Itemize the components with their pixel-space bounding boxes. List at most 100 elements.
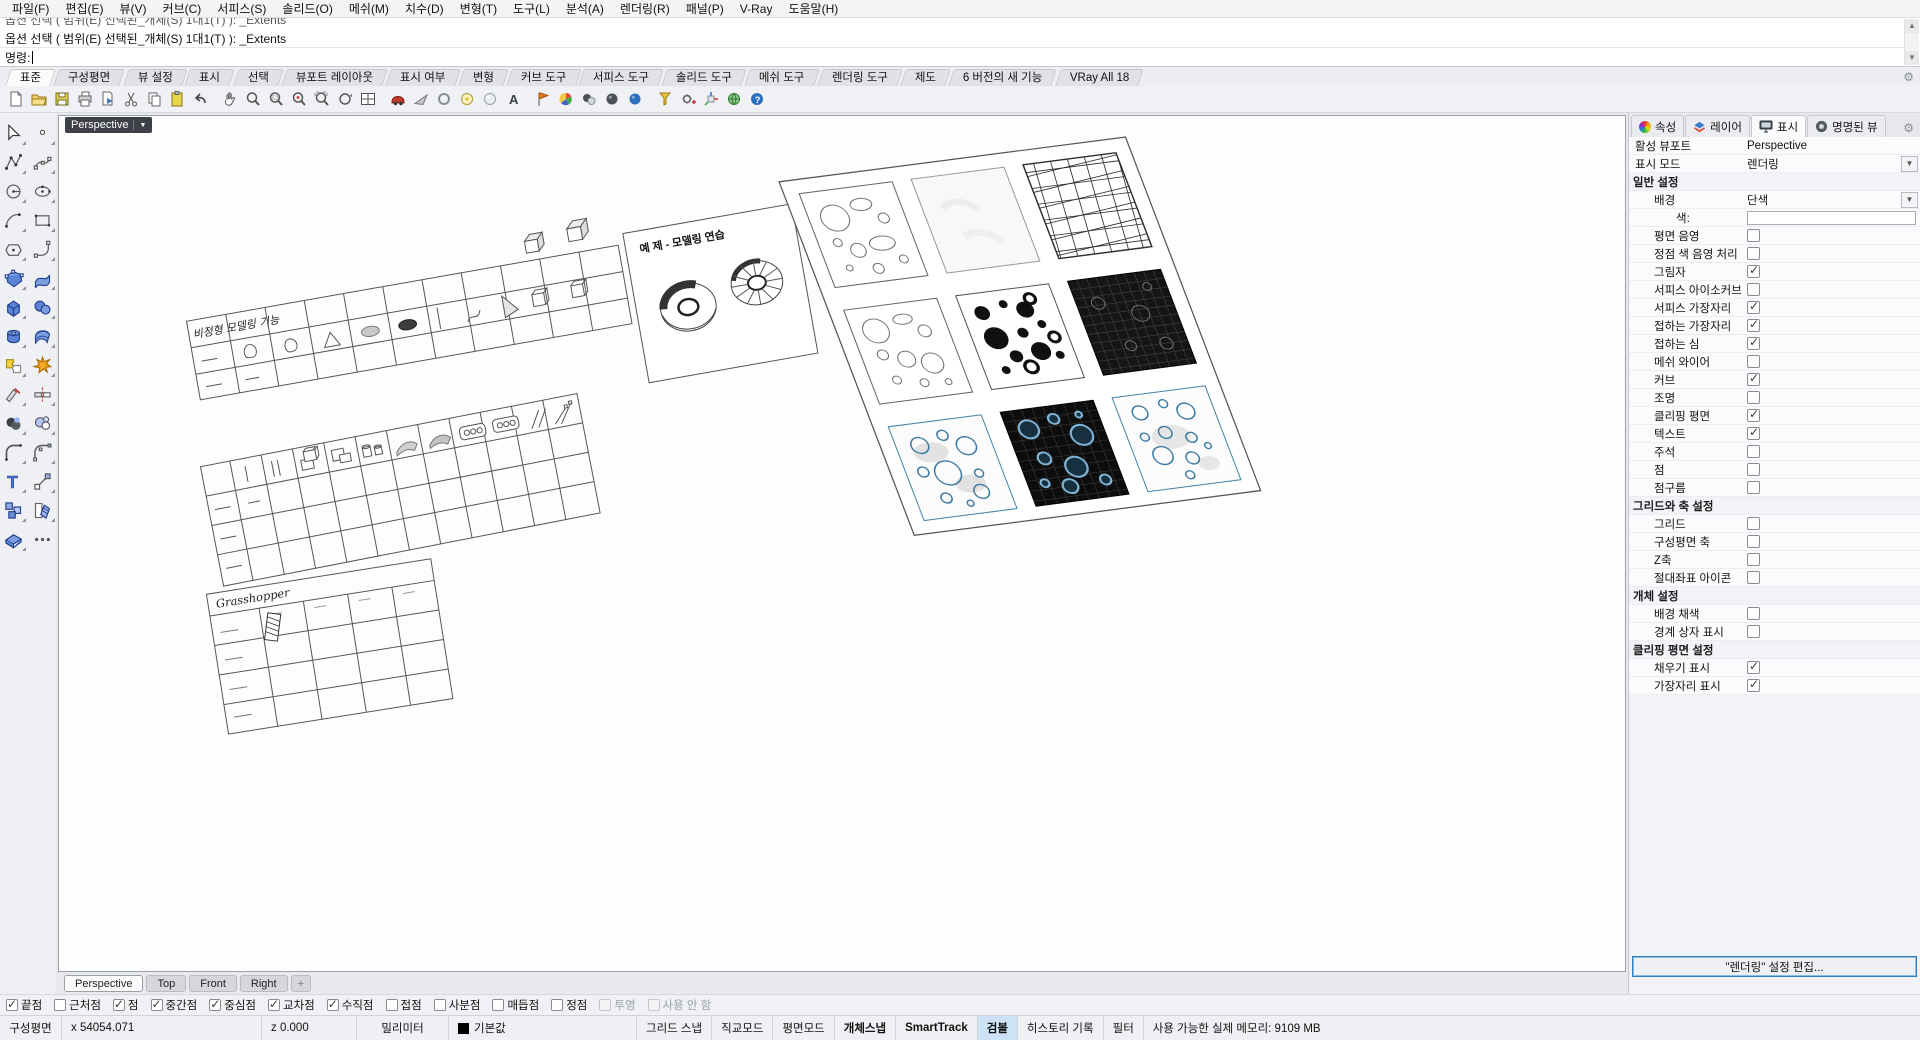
sphere-blue-icon[interactable]	[623, 88, 646, 111]
sphere-icon[interactable]	[30, 294, 56, 320]
osnap-near[interactable]: 근처점	[54, 997, 101, 1013]
status-units[interactable]: 밀리미터	[357, 1016, 449, 1040]
funnel-icon[interactable]	[653, 88, 676, 111]
checkbox[interactable]	[1747, 607, 1760, 620]
toolbar-tab-transform[interactable]: 변형	[458, 69, 509, 86]
save-icon[interactable]	[50, 88, 73, 111]
status-cplane[interactable]: 구성평면	[0, 1016, 62, 1040]
print-icon[interactable]	[73, 88, 96, 111]
menu-curve[interactable]: 커브(C)	[155, 0, 210, 18]
sphere-dark-icon[interactable]	[600, 88, 623, 111]
checkbox[interactable]	[492, 999, 504, 1011]
setting-show-edges[interactable]: 가장자리 표시	[1629, 677, 1920, 695]
menu-help[interactable]: 도움말(H)	[780, 0, 846, 18]
setting-cplane-axes[interactable]: 구성평면 축	[1629, 533, 1920, 551]
checkbox[interactable]	[209, 999, 221, 1011]
surface-from-points-icon[interactable]	[1, 265, 27, 291]
panel-tab-display[interactable]: 표시	[1751, 115, 1806, 137]
surface-slab-icon[interactable]	[1, 526, 27, 552]
setting-world-axes-icon[interactable]: 절대좌표 아이콘	[1629, 569, 1920, 587]
point-icon[interactable]	[30, 120, 56, 146]
earth-icon[interactable]	[722, 88, 745, 111]
checkbox[interactable]	[1747, 391, 1760, 404]
checkbox[interactable]	[1747, 625, 1760, 638]
interpolate-curve-icon[interactable]	[30, 149, 56, 175]
sphere-pair-icon[interactable]	[577, 88, 600, 111]
ellipse-icon[interactable]	[30, 178, 56, 204]
menu-surface[interactable]: 서피스(S)	[209, 0, 274, 18]
color-input[interactable]	[1747, 211, 1916, 225]
toolbar-tab-viewport-layout[interactable]: 뷰포트 레이아웃	[281, 69, 388, 86]
selection-pointer-icon[interactable]	[1, 120, 27, 146]
setting-display-mode[interactable]: 표시 모드렌더링▼	[1629, 155, 1920, 173]
panel-tab-layers[interactable]: 레이어	[1685, 115, 1750, 137]
toolbar-tab-visibility[interactable]: 표시 여부	[385, 69, 460, 86]
adjustable-blend-icon[interactable]	[30, 439, 56, 465]
setting-tangent-seams[interactable]: 접하는 심	[1629, 335, 1920, 353]
edit-render-settings-button[interactable]: "렌더링" 설정 편집...	[1632, 956, 1917, 977]
box-icon[interactable]	[1, 294, 27, 320]
command-scrollbar[interactable]: ▲ ▼	[1904, 19, 1919, 65]
setting-vertex-color-shade[interactable]: 정점 색 음영 처리	[1629, 245, 1920, 263]
more-tools-icon[interactable]	[30, 526, 56, 552]
toggle-filter[interactable]: 필터	[1104, 1016, 1144, 1040]
checkbox[interactable]	[54, 999, 66, 1011]
fillet-curve-icon[interactable]	[1, 439, 27, 465]
menu-dimension[interactable]: 치수(D)	[397, 0, 452, 18]
block-icon[interactable]	[1, 497, 27, 523]
open-file-icon[interactable]	[27, 88, 50, 111]
viewport-title-badge[interactable]: Perspective ▼	[65, 117, 152, 133]
boolean-difference-icon[interactable]	[30, 410, 56, 436]
gear-plus-icon[interactable]	[676, 88, 699, 111]
toolbar-tab-mesh-tools[interactable]: 메쉬 도구	[745, 69, 820, 86]
setting-mesh-wires[interactable]: 메쉬 와이어	[1629, 353, 1920, 371]
menu-mesh[interactable]: 메쉬(M)	[341, 0, 397, 18]
toolbar-tab-vray[interactable]: VRay All 18	[1055, 69, 1144, 86]
viewport-layout-icon[interactable]	[356, 88, 379, 111]
checkbox[interactable]	[1747, 229, 1760, 242]
checkbox[interactable]	[1747, 355, 1760, 368]
viewport-tab-front[interactable]: Front	[189, 975, 237, 992]
setting-point-clouds[interactable]: 점구름	[1629, 479, 1920, 497]
checkbox[interactable]	[1747, 427, 1760, 440]
split-icon[interactable]	[30, 381, 56, 407]
osnap-perpendicular[interactable]: 수직점	[327, 997, 374, 1013]
rotate-view-icon[interactable]	[333, 88, 356, 111]
perspective-viewport[interactable]: Perspective ▼ 비정형 모델링 기능	[58, 115, 1626, 972]
checkbox[interactable]	[1747, 247, 1760, 260]
setting-color[interactable]: 색:	[1629, 209, 1920, 227]
explode-icon[interactable]	[30, 352, 56, 378]
blend-curve-icon[interactable]	[30, 236, 56, 262]
toggle-osnap[interactable]: 개체스냅	[835, 1016, 896, 1040]
toolbar-tab-select[interactable]: 선택	[233, 69, 284, 86]
toolbar-tab-surface-tools[interactable]: 서피스 도구	[578, 69, 664, 86]
panel-tab-named-views[interactable]: 명명된 뷰	[1807, 115, 1886, 137]
checkbox[interactable]	[1747, 661, 1760, 674]
toggle-grid-snap[interactable]: 그리드 스냅	[637, 1016, 712, 1040]
toggle-record-history[interactable]: 히스토리 기록	[1018, 1016, 1104, 1040]
checkbox[interactable]	[1747, 319, 1760, 332]
checkbox[interactable]	[551, 999, 563, 1011]
toolbar-tab-render-tools[interactable]: 렌더링 도구	[817, 69, 903, 86]
surface-from-curves-icon[interactable]	[30, 265, 56, 291]
paste-icon[interactable]	[165, 88, 188, 111]
checkbox[interactable]	[1747, 337, 1760, 350]
toggle-planar[interactable]: 평면모드	[773, 1016, 834, 1040]
osnap-end[interactable]: 끝점	[6, 997, 42, 1013]
osnap-disable[interactable]: 사용 안 함	[648, 997, 712, 1013]
setting-surface-isocurves[interactable]: 서피스 아이소커브	[1629, 281, 1920, 299]
toolbar-tab-display[interactable]: 표시	[185, 69, 236, 86]
car-icon[interactable]	[386, 88, 409, 111]
toolbar-tab-cplane[interactable]: 구성평면	[53, 69, 125, 86]
setting-show-fills[interactable]: 채우기 표시	[1629, 659, 1920, 677]
toolbar-tab-view-setup[interactable]: 뷰 설정	[123, 69, 187, 86]
sphere-white-icon[interactable]	[478, 88, 501, 111]
panel-tab-properties[interactable]: 속성	[1631, 115, 1684, 137]
command-input[interactable]: 명령:	[0, 48, 1920, 66]
status-layer[interactable]: 기본값	[449, 1016, 637, 1040]
hatch-icon[interactable]	[30, 497, 56, 523]
boolean-union-icon[interactable]	[1, 410, 27, 436]
cut-icon[interactable]	[119, 88, 142, 111]
viewport-tab-right[interactable]: Right	[240, 975, 288, 992]
menu-file[interactable]: 파일(F)	[4, 0, 57, 18]
